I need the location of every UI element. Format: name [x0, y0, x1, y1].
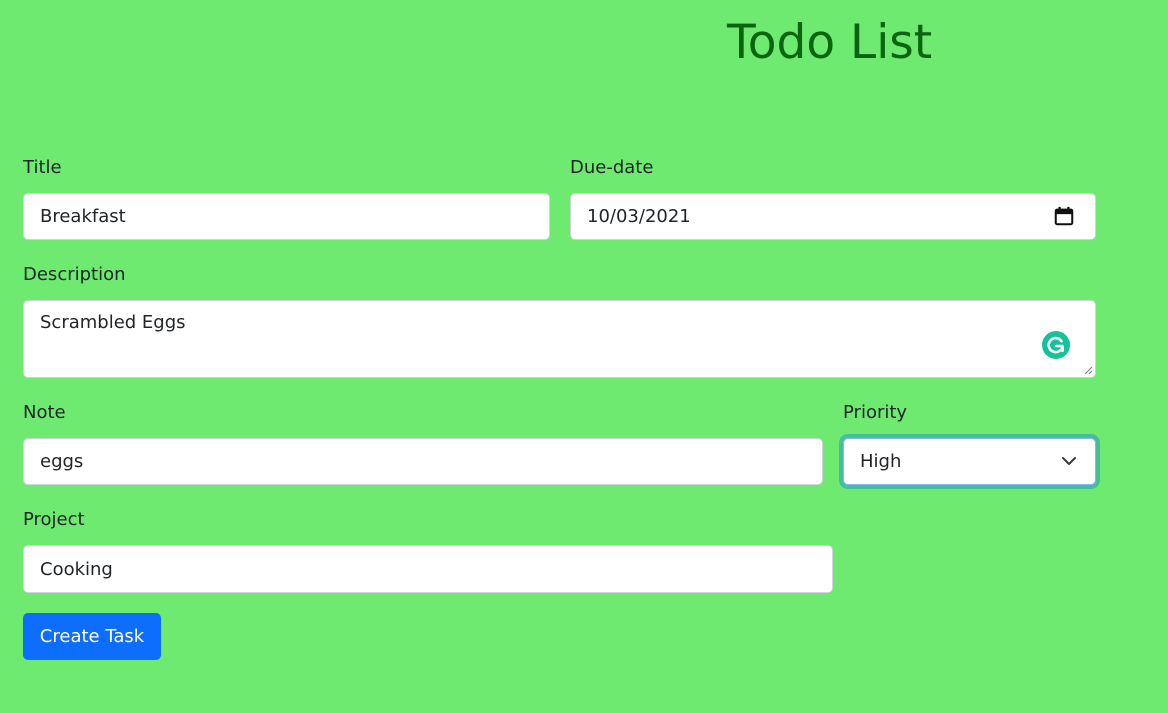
chevron-down-icon — [1062, 457, 1076, 465]
page-title: Todo List — [727, 15, 933, 70]
project-input[interactable]: Cooking — [23, 545, 833, 593]
note-input[interactable]: eggs — [23, 438, 823, 485]
priority-select[interactable]: High — [843, 438, 1096, 485]
note-label: Note — [23, 402, 66, 423]
project-value: Cooking — [40, 558, 113, 580]
resize-handle-icon[interactable] — [1084, 366, 1093, 375]
calendar-icon[interactable] — [1053, 205, 1075, 227]
title-input[interactable]: Breakfast — [23, 193, 550, 240]
due-date-value: 10/03/2021 — [587, 206, 691, 227]
title-label: Title — [23, 157, 62, 178]
title-input-value: Breakfast — [40, 206, 126, 227]
description-value: Scrambled Eggs — [40, 312, 186, 333]
description-textarea[interactable]: Scrambled Eggs — [23, 300, 1096, 378]
priority-label: Priority — [843, 402, 908, 423]
priority-selected-value: High — [860, 451, 902, 472]
due-date-input[interactable]: 10/03/2021 — [570, 193, 1096, 240]
due-date-label: Due-date — [570, 157, 654, 178]
grammarly-icon[interactable] — [1042, 331, 1070, 359]
create-task-button[interactable]: Create Task — [23, 613, 161, 660]
description-label: Description — [23, 264, 126, 285]
note-value: eggs — [40, 451, 84, 472]
project-label: Project — [23, 509, 85, 530]
